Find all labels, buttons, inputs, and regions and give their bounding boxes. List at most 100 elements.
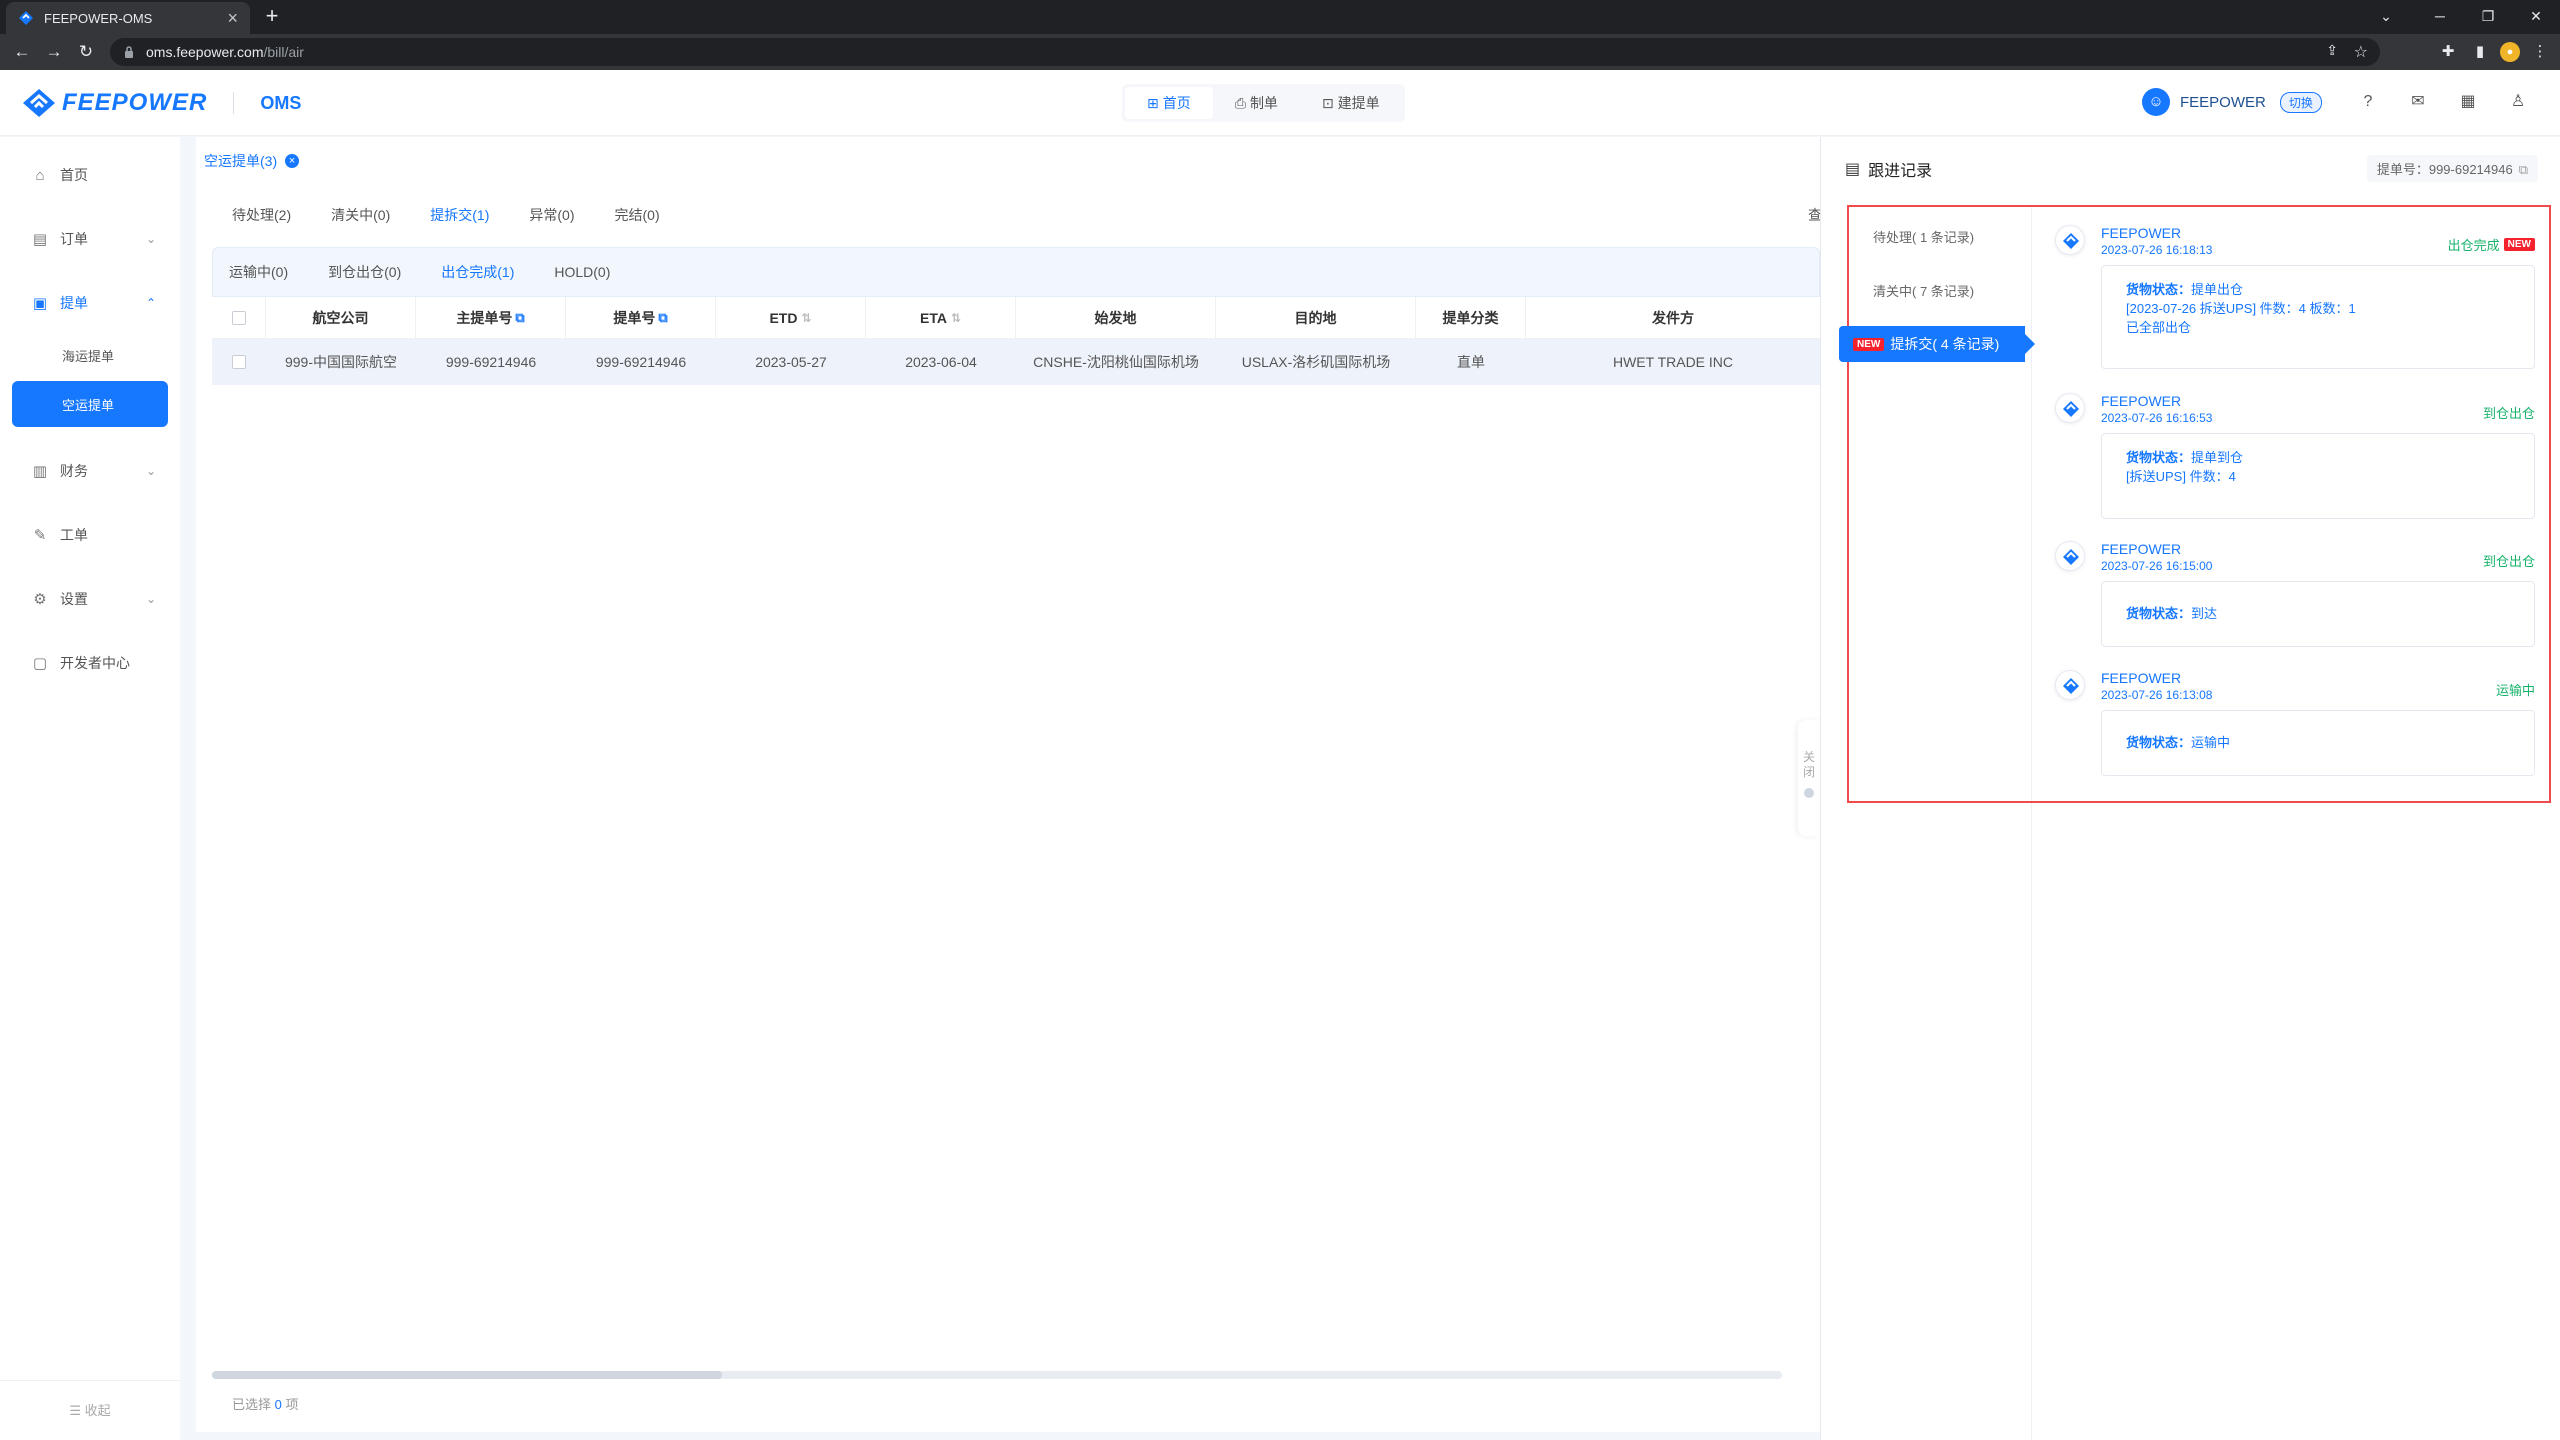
table-row[interactable]: 999-中国国际航空 999-69214946 999-69214946 202… xyxy=(212,339,1820,385)
nav-make-order-label: 制单 xyxy=(1249,95,1278,111)
minimize-icon[interactable]: ─ xyxy=(2416,0,2464,34)
add-doc-icon: ⊡ xyxy=(1321,95,1334,111)
col-airline: 航空公司 xyxy=(266,297,416,338)
horizontal-scrollbar[interactable] xyxy=(212,1371,1782,1379)
col-etd[interactable]: ETD ⇅ xyxy=(716,297,866,338)
url-field[interactable]: oms.feepower.com/bill/air ⇪ ☆ xyxy=(110,38,2380,66)
restore-icon[interactable]: ❐ xyxy=(2464,0,2512,34)
sidebar-item-orders[interactable]: ▤ 订单 ⌄ xyxy=(12,217,168,261)
share-icon[interactable]: ⇪ xyxy=(2326,42,2338,59)
panel-title: ▤ 跟进记录 xyxy=(1845,157,1932,181)
tab-completed[interactable]: 完结(0) xyxy=(615,205,660,225)
sidebar-item-tickets[interactable]: ✎ 工单 xyxy=(12,513,168,557)
bookmark-star-icon[interactable]: ☆ xyxy=(2354,42,2368,62)
profile-avatar-icon[interactable]: ● xyxy=(2500,42,2520,62)
close-window-icon[interactable]: ✕ xyxy=(2512,0,2560,34)
col-bill-label: 提单号 xyxy=(613,309,656,326)
stage-pickup[interactable]: NEW 提拆交( 4 条记录) xyxy=(1839,326,2035,362)
copy-icon[interactable]: ⧉ xyxy=(2519,162,2528,177)
panel-close-handle[interactable]: 关闭 xyxy=(1798,720,1820,836)
page-tab-close-icon[interactable]: × xyxy=(285,154,300,168)
bill-number-text: 提单号：999-69214946 xyxy=(2376,162,2513,177)
message-icon[interactable]: ✉ xyxy=(2406,90,2430,114)
subtab-in-transit[interactable]: 运输中(0) xyxy=(229,262,288,282)
stamp-icon: ⎙ xyxy=(1234,95,1246,111)
panel-close-label: 关闭 xyxy=(1802,750,1815,779)
subtab-outbound-done[interactable]: 出仓完成(1) xyxy=(441,262,514,282)
switch-account-button[interactable]: 切换 xyxy=(2279,91,2322,113)
nav-create-bill[interactable]: ⊡ 建提单 xyxy=(1300,87,1402,119)
forward-icon[interactable]: → xyxy=(42,40,66,64)
sort-icon[interactable]: ⇅ xyxy=(801,311,811,325)
calendar-icon[interactable]: ▦ xyxy=(2456,90,2480,114)
record-value: 到达 xyxy=(2191,606,2218,621)
record-item: FEEPOWER 2023-07-26 16:18:13 出仓完成 NEW 货物状… xyxy=(2055,225,2535,375)
copy-icon[interactable]: ⧉ xyxy=(515,310,524,326)
tab-customs[interactable]: 清关中(0) xyxy=(331,205,390,225)
select-all-checkbox[interactable] xyxy=(231,310,246,325)
lock-icon xyxy=(125,46,133,58)
row-checkbox[interactable] xyxy=(232,355,246,369)
collapse-sidebar-button[interactable]: ☰ 收起 xyxy=(0,1380,180,1440)
new-tab-icon[interactable]: + xyxy=(258,2,286,30)
table-header: 航空公司 主提单号 ⧉ 提单号 ⧉ ETD ⇅ ETA ⇅ 始发地 目的地 提单分类 发… xyxy=(212,297,1820,339)
chevron-up-icon: ⌃ xyxy=(145,296,156,310)
stage-customs[interactable]: 清关中( 7 条记录) xyxy=(1873,281,1974,300)
tab-search-icon[interactable]: ⌄ xyxy=(2356,0,2416,34)
cell-airline: 999-中国国际航空 xyxy=(284,354,398,370)
selection-count: 0 xyxy=(274,1397,282,1412)
user-avatar-icon[interactable]: ☺ xyxy=(2142,88,2170,116)
help-icon[interactable]: ? xyxy=(2356,90,2380,114)
col-master-bill: 主提单号 ⧉ xyxy=(416,297,566,338)
tab-close-icon[interactable]: × xyxy=(227,8,238,29)
user-icon[interactable]: ♙ xyxy=(2506,90,2530,114)
record-status: 运输中 xyxy=(2496,680,2535,699)
sidebar-item-label: 财务 xyxy=(60,463,88,479)
tab-pending[interactable]: 待处理(2) xyxy=(232,205,291,225)
record-org: FEEPOWER xyxy=(2101,225,2182,241)
cell-master-bill[interactable]: 999-69214946 xyxy=(416,339,566,385)
nav-home[interactable]: ⊞ 首页 xyxy=(1125,87,1213,119)
subtab-arrived[interactable]: 到仓出仓(0) xyxy=(328,262,401,282)
tab-pickup[interactable]: 提拆交(1) xyxy=(430,205,489,225)
record-item: FEEPOWER 2023-07-26 16:16:53 到仓出仓 货物状态：提… xyxy=(2055,393,2535,523)
extensions-icon[interactable]: ✚ xyxy=(2436,40,2460,64)
col-etd-label: ETD xyxy=(769,309,798,326)
col-eta[interactable]: ETA ⇅ xyxy=(866,297,1016,338)
record-status-text: 到仓出仓 xyxy=(2482,554,2535,569)
sidebar-item-home[interactable]: ⌂ 首页 xyxy=(12,153,168,197)
cell-bill[interactable]: 999-69214946 xyxy=(566,339,716,385)
tab-exception[interactable]: 异常(0) xyxy=(529,205,574,225)
page-tab[interactable]: 空运提单(3) × xyxy=(204,151,300,171)
sidebar-item-settings[interactable]: ⚙ 设置 ⌄ xyxy=(12,577,168,621)
sidebar-item-label: 提单 xyxy=(60,295,88,311)
sidebar-item-finance[interactable]: ▥ 财务 ⌄ xyxy=(12,449,168,493)
product-name: OMS xyxy=(260,92,302,113)
scrollbar-thumb[interactable] xyxy=(212,1371,722,1379)
record-detail: 货物状态：运输中 xyxy=(2101,710,2535,776)
sidepanel-icon[interactable]: ▮ xyxy=(2468,40,2492,64)
reload-icon[interactable]: ↻ xyxy=(74,40,98,64)
follow-up-panel: ▤ 跟进记录 提单号：999-69214946 ⧉ 待处理( 1 条记录) 清关中(… xyxy=(1820,137,2560,1440)
brand-logo[interactable]: FEEPOWER OMS xyxy=(22,88,301,118)
col-origin: 始发地 xyxy=(1016,297,1216,338)
sidebar-item-bills[interactable]: ▣ 提单 ⌃ xyxy=(12,281,168,325)
sidebar-item-developer[interactable]: ▢ 开发者中心 xyxy=(12,641,168,685)
sort-icon[interactable]: ⇅ xyxy=(951,311,961,325)
page-tab-label: 空运提单(3) xyxy=(204,153,278,169)
subtab-hold[interactable]: HOLD(0) xyxy=(554,264,610,280)
row-select-cell xyxy=(212,339,266,385)
menu-kebab-icon[interactable]: ⋮ xyxy=(2528,40,2552,64)
sidebar-item-sea-bill[interactable]: 海运提单 xyxy=(12,333,168,377)
record-item: FEEPOWER 2023-07-26 16:13:08 运输中 货物状态：运输… xyxy=(2055,670,2535,780)
record-value: 提单出仓 xyxy=(2191,282,2244,297)
nav-make-order[interactable]: ⎙ 制单 xyxy=(1213,87,1300,119)
record-status: 到仓出仓 xyxy=(2483,403,2535,422)
copy-icon[interactable]: ⧉ xyxy=(658,310,667,326)
browser-tab[interactable]: FEEPOWER-OMS × xyxy=(6,2,250,34)
back-icon[interactable]: ← xyxy=(10,40,34,64)
sidebar-item-label: 工单 xyxy=(60,527,88,543)
sidebar-item-air-bill[interactable]: 空运提单 xyxy=(12,381,168,427)
new-badge: NEW xyxy=(1853,337,1885,351)
stage-pending[interactable]: 待处理( 1 条记录) xyxy=(1873,227,1974,246)
